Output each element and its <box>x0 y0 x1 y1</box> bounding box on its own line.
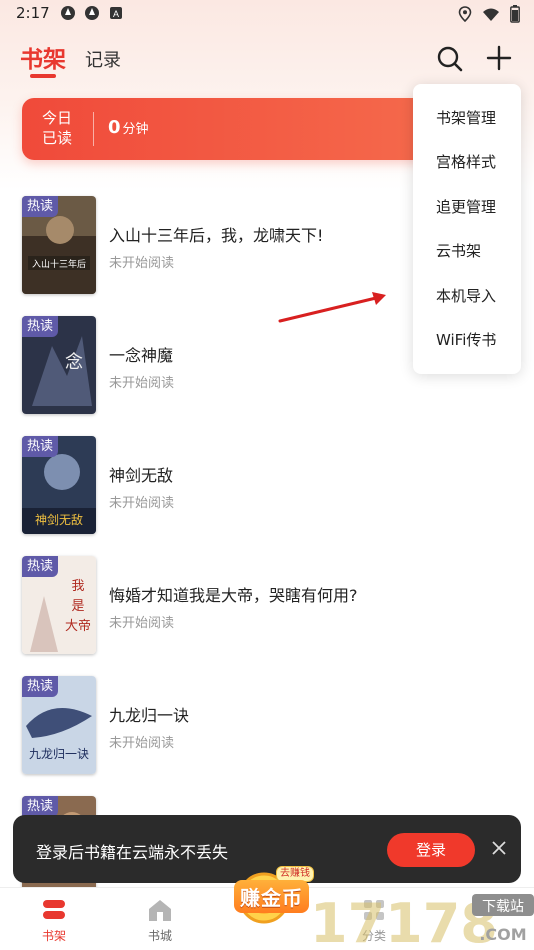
menu-item-grid-style[interactable]: 宫格样式 <box>413 140 521 184</box>
menu-item-local-import[interactable]: 本机导入 <box>413 274 521 318</box>
hot-badge: 热读 <box>22 196 59 217</box>
book-status: 未开始阅读 <box>109 736 175 751</box>
book-title: 神剑无敌 <box>109 466 174 485</box>
today-reading-label: 今日已读 <box>42 109 73 147</box>
reading-unit: 分钟 <box>122 122 149 137</box>
notification-icon <box>60 5 76 21</box>
hot-badge: 热读 <box>22 796 59 817</box>
book-cover[interactable]: 入山十三年后 热读 <box>22 196 96 294</box>
hot-badge: 热读 <box>22 556 59 577</box>
svg-text:九龙归一诀: 九龙归一诀 <box>29 747 89 761</box>
menu-item-wifi-transfer[interactable]: WiFi传书 <box>413 318 521 362</box>
reading-minutes: 0 <box>108 117 121 138</box>
svg-text:大帝: 大帝 <box>65 618 91 634</box>
wifi-icon <box>482 7 500 26</box>
reading-time-value: 0 分钟 <box>108 117 149 138</box>
book-status: 未开始阅读 <box>109 496 175 511</box>
app-a-icon: A <box>108 5 124 21</box>
book-cover[interactable]: 九龙归一诀 热读 <box>22 676 96 774</box>
hot-badge: 热读 <box>22 676 59 697</box>
nav-label-bookshelf: 书架 <box>41 929 66 943</box>
notification-icon <box>84 5 100 21</box>
nav-bookstore[interactable]: 书城 <box>130 896 190 944</box>
add-menu: 书架管理 宫格样式 追更管理 云书架 本机导入 WiFi传书 <box>413 84 521 374</box>
close-icon[interactable] <box>491 840 507 856</box>
active-tab-indicator <box>30 74 56 78</box>
login-button[interactable]: 登录 <box>387 833 475 867</box>
nav-bookshelf[interactable]: 书架 <box>24 896 84 944</box>
book-status: 未开始阅读 <box>109 376 175 391</box>
tab-record[interactable]: 记录 <box>85 46 121 72</box>
svg-text:我: 我 <box>71 579 84 594</box>
add-icon[interactable] <box>485 44 513 72</box>
annotation-arrow-icon <box>278 292 386 323</box>
book-item[interactable]: 我 是 大帝 热读 悔婚才知道我是大帝，哭瞎有何用? 未开始阅读 <box>0 554 534 674</box>
tab-bookshelf[interactable]: 书架 <box>20 40 66 74</box>
home-icon <box>149 900 171 921</box>
status-bar: 2:17 A <box>0 0 534 28</box>
book-cover[interactable]: 我 是 大帝 热读 <box>22 556 96 654</box>
menu-item-shelf-manage[interactable]: 书架管理 <box>413 96 521 140</box>
battery-icon <box>510 5 520 27</box>
watermark-sub: 下载站 <box>482 899 524 915</box>
today-reading-banner[interactable]: 今日已读 0 分钟 <box>22 98 442 160</box>
search-icon[interactable] <box>436 45 464 73</box>
svg-text:是: 是 <box>71 599 84 614</box>
watermark-domain: .COM <box>479 925 526 944</box>
toast-message: 登录后书籍在云端永不丢失 <box>36 843 229 862</box>
book-title: 悔婚才知道我是大帝，哭瞎有何用? <box>109 586 358 605</box>
bookshelf-icon <box>43 900 65 919</box>
book-item[interactable]: 神剑无敌 热读 神剑无敌 未开始阅读 <box>0 434 534 554</box>
watermark-text: 17178 <box>310 892 498 950</box>
status-icons-left: A <box>60 5 124 21</box>
svg-text:A: A <box>113 9 119 19</box>
hot-badge: 热读 <box>22 316 59 337</box>
book-title: 入山十三年后，我，龙啸天下! <box>109 226 324 245</box>
status-time: 2:17 <box>16 4 50 22</box>
menu-item-follow-manage[interactable]: 追更管理 <box>413 185 521 229</box>
hot-badge: 热读 <box>22 436 59 457</box>
site-watermark: 17178 下载站 .COM <box>310 892 534 950</box>
banner-divider <box>93 112 94 146</box>
nav-label-bookstore: 书城 <box>147 929 172 943</box>
book-title: 一念神魔 <box>109 346 174 365</box>
book-cover[interactable]: 神剑无敌 热读 <box>22 436 96 534</box>
book-cover[interactable]: 念 热读 <box>22 316 96 414</box>
book-title: 九龙归一诀 <box>109 706 190 725</box>
book-status: 未开始阅读 <box>109 256 175 271</box>
svg-text:入山十三年后: 入山十三年后 <box>32 258 86 270</box>
header: 书架 记录 <box>0 38 534 82</box>
svg-text:神剑无敌: 神剑无敌 <box>35 512 83 527</box>
location-icon <box>458 6 472 26</box>
svg-text:念: 念 <box>65 351 83 373</box>
book-item[interactable]: 九龙归一诀 热读 九龙归一诀 未开始阅读 <box>0 674 534 794</box>
book-status: 未开始阅读 <box>109 616 175 631</box>
menu-item-cloud-shelf[interactable]: 云书架 <box>413 229 521 273</box>
status-icons-right <box>458 5 520 27</box>
coin-main-label: 赚金币 <box>234 880 309 913</box>
